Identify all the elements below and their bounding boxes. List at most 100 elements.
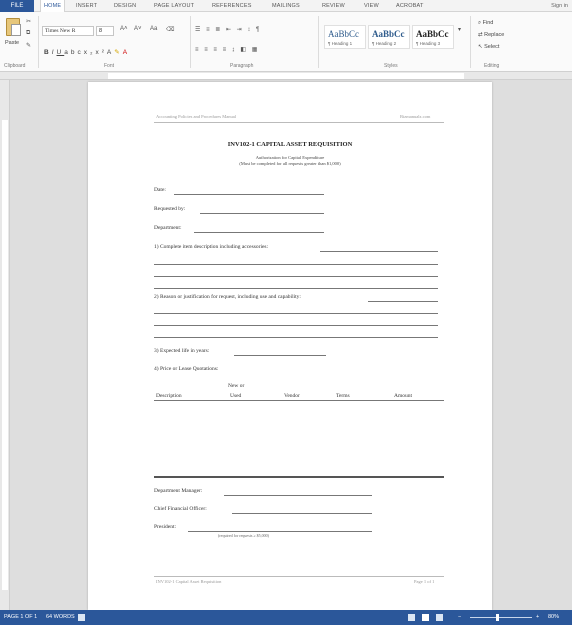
print-layout-icon[interactable] xyxy=(422,614,429,621)
sig-cfo-line[interactable] xyxy=(232,513,372,514)
highlight-icon[interactable]: ✎ xyxy=(114,49,122,56)
read-mode-icon[interactable] xyxy=(408,614,415,621)
divider xyxy=(470,16,471,68)
select-icon: ↖ xyxy=(478,44,483,50)
document-page[interactable]: Accounting Policies and Procedures Manua… xyxy=(88,82,492,610)
tab-acrobat[interactable]: ACROBAT xyxy=(396,0,424,12)
document-subtitle-note: (Must be completed for all requests grea… xyxy=(239,161,341,166)
font-color-icon[interactable]: A xyxy=(123,49,130,56)
sort-icon[interactable]: ↕ xyxy=(247,27,252,33)
q3-field-line[interactable] xyxy=(234,355,326,356)
page-count[interactable]: PAGE 1 OF 1 xyxy=(4,610,37,625)
q2-line[interactable] xyxy=(154,337,438,338)
zoom-out-icon[interactable]: − xyxy=(458,610,461,625)
styles-more-icon[interactable]: ▾ xyxy=(458,26,461,33)
sign-in-link[interactable]: Sign in xyxy=(551,0,568,12)
superscript-icon[interactable]: x² xyxy=(95,49,106,56)
q1-field-line[interactable] xyxy=(320,251,438,252)
style-sample-text: AaBbCc xyxy=(328,29,359,39)
style-heading-3[interactable]: AaBbCc ¶ Heading 3 xyxy=(412,25,454,49)
increase-indent-icon[interactable]: ⇥ xyxy=(237,27,244,33)
style-heading-2[interactable]: AaBbCc ¶ Heading 2 xyxy=(368,25,410,49)
paragraph-group-label: Paragraph xyxy=(230,63,254,69)
copy-icon[interactable]: ⧉ xyxy=(26,30,30,37)
style-name: ¶ Heading 2 xyxy=(372,41,397,46)
shading-icon[interactable]: ◧ xyxy=(240,47,248,53)
sig-dept-manager-line[interactable] xyxy=(224,495,372,496)
subscript-icon[interactable]: x₂ xyxy=(84,49,96,56)
zoom-slider-handle[interactable] xyxy=(496,614,499,621)
justify-icon[interactable]: ≡ xyxy=(223,47,229,53)
q1-line[interactable] xyxy=(154,288,438,289)
cut-icon[interactable]: ✂ xyxy=(26,18,31,25)
shrink-font-icon[interactable]: A˅ xyxy=(134,26,142,32)
q1-line[interactable] xyxy=(154,264,438,265)
sig-president-line[interactable] xyxy=(188,531,372,532)
tab-view[interactable]: VIEW xyxy=(364,0,379,12)
q1-line[interactable] xyxy=(154,276,438,277)
horizontal-ruler[interactable] xyxy=(0,72,572,80)
zoom-slider[interactable] xyxy=(470,617,532,618)
q2-field-line[interactable] xyxy=(368,301,438,302)
requested-by-field-line[interactable] xyxy=(200,213,324,214)
clear-format-icon[interactable]: ⌫ xyxy=(166,26,174,33)
change-case-icon[interactable]: Aa xyxy=(150,26,157,32)
numbering-icon[interactable]: ≡ xyxy=(206,27,212,33)
replace-label: Replace xyxy=(484,32,505,38)
font-size-select[interactable]: 8 xyxy=(96,26,114,36)
bullets-icon[interactable]: ☰ xyxy=(195,27,202,33)
document-subtitle: Authorization for Capital Expenditure xyxy=(255,155,325,160)
vertical-ruler[interactable] xyxy=(0,80,10,610)
sig-cfo-label: Chief Financial Officer: xyxy=(154,506,207,512)
table-header-amount: Amount xyxy=(394,393,413,399)
department-field-line[interactable] xyxy=(194,232,324,233)
sig-dept-manager-label: Department Manager: xyxy=(154,488,203,494)
proofing-icon[interactable] xyxy=(78,614,85,621)
grow-font-icon[interactable]: A˄ xyxy=(120,26,128,32)
footer-left: INV102-1 Capital Asset Requisition xyxy=(156,579,222,584)
web-layout-icon[interactable] xyxy=(436,614,443,621)
date-field-line[interactable] xyxy=(174,194,324,195)
zoom-in-icon[interactable]: + xyxy=(536,610,539,625)
bold-icon[interactable]: B xyxy=(44,49,52,56)
q2-line[interactable] xyxy=(154,313,438,314)
ribbon-home: Paste ✂ ⧉ ✎ Clipboard Times New R 8 A˄ A… xyxy=(0,12,572,72)
paragraph-align-row: ≡ ≡ ≡ ≡ ↨ ◧ ▦ xyxy=(195,46,259,53)
paste-button-label[interactable]: Paste xyxy=(5,40,19,46)
q2-line[interactable] xyxy=(154,325,438,326)
tab-insert[interactable]: INSERT xyxy=(76,0,97,12)
line-spacing-icon[interactable]: ↨ xyxy=(232,47,237,53)
style-heading-1[interactable]: AaBbCc ¶ Heading 1 xyxy=(324,25,366,49)
align-right-icon[interactable]: ≡ xyxy=(213,47,219,53)
tab-page-layout[interactable]: PAGE LAYOUT xyxy=(154,0,194,12)
tab-references[interactable]: REFERENCES xyxy=(212,0,252,12)
header-rule xyxy=(154,122,444,123)
zoom-level[interactable]: 80% xyxy=(548,610,559,625)
tab-mailings[interactable]: MAILINGS xyxy=(272,0,300,12)
align-center-icon[interactable]: ≡ xyxy=(204,47,210,53)
strikethrough-icon[interactable]: abc xyxy=(64,49,83,56)
table-header-used: Used xyxy=(230,393,242,399)
multilevel-list-icon[interactable]: ≣ xyxy=(215,27,222,33)
clipboard-group-label: Clipboard xyxy=(4,63,26,69)
find-button[interactable]: ⌕ Find xyxy=(478,20,493,27)
tab-file[interactable]: FILE xyxy=(0,0,34,12)
editing-group-label: Editing xyxy=(484,63,500,69)
date-label: Date: xyxy=(154,187,166,193)
word-count[interactable]: 64 WORDS xyxy=(46,610,75,625)
format-painter-icon[interactable]: ✎ xyxy=(26,42,31,49)
decrease-indent-icon[interactable]: ⇤ xyxy=(226,27,233,33)
tab-design[interactable]: DESIGN xyxy=(114,0,136,12)
table-bottom-rule xyxy=(154,476,444,478)
find-icon: ⌕ xyxy=(478,20,482,26)
tab-review[interactable]: REVIEW xyxy=(322,0,345,12)
borders-icon[interactable]: ▦ xyxy=(252,47,260,53)
font-name-select[interactable]: Times New R xyxy=(42,26,94,36)
tab-home[interactable]: HOME xyxy=(40,0,66,12)
replace-button[interactable]: ⇄ Replace xyxy=(478,32,504,38)
styles-group-label: Styles xyxy=(384,63,398,69)
show-marks-icon[interactable]: ¶ xyxy=(256,27,261,33)
align-left-icon[interactable]: ≡ xyxy=(195,47,201,53)
paste-icon[interactable] xyxy=(6,18,21,36)
select-button[interactable]: ↖ Select xyxy=(478,44,499,50)
